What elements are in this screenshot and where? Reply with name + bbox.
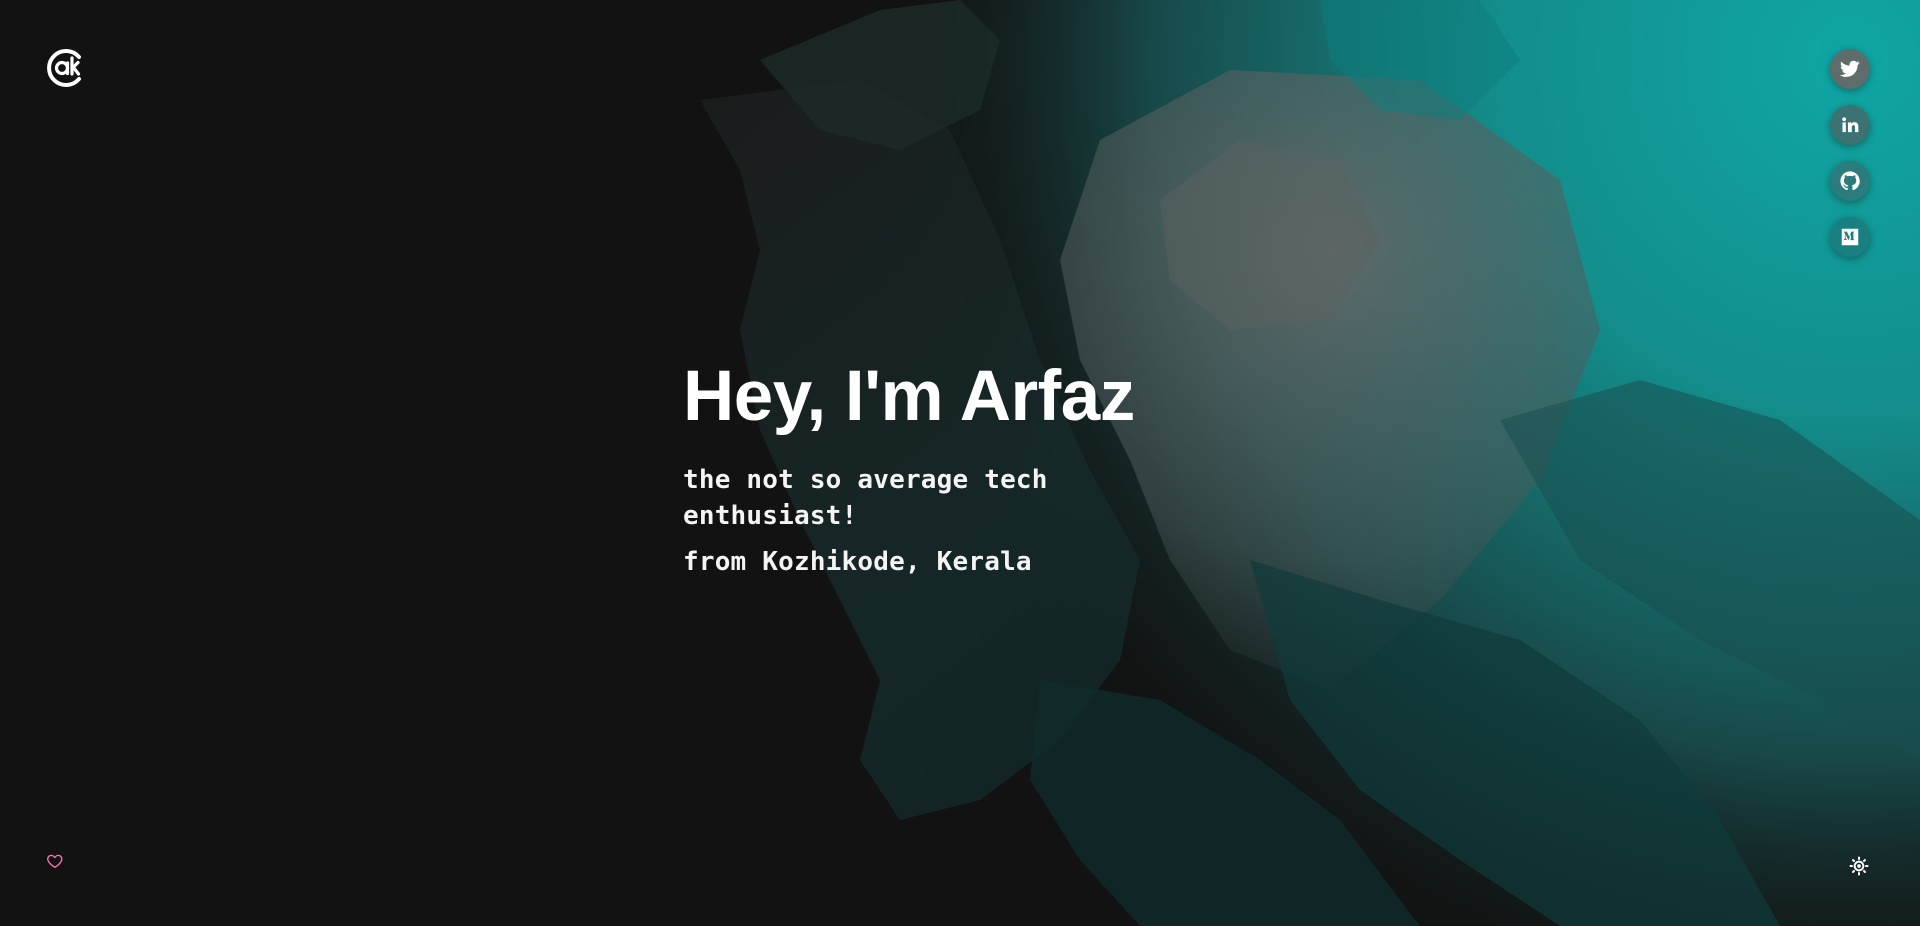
- hero-section: Hey, I'm Arfaz the not so average tech e…: [683, 354, 1243, 580]
- hero-heading: Hey, I'm Arfaz: [683, 357, 1135, 436]
- ak-logo-icon: [47, 49, 81, 87]
- medium-icon: [1841, 228, 1859, 246]
- twitter-link[interactable]: [1830, 49, 1870, 89]
- theme-toggle-button[interactable]: [1841, 848, 1877, 884]
- social-links: [1830, 49, 1870, 257]
- linkedin-icon: [1842, 117, 1859, 133]
- medium-link[interactable]: [1830, 217, 1870, 257]
- hero-tagline: the not so average tech enthusiast!: [683, 465, 1048, 531]
- twitter-icon: [1840, 60, 1860, 77]
- sun-icon: [1849, 856, 1869, 876]
- github-link[interactable]: [1830, 161, 1870, 201]
- github-icon: [1840, 171, 1860, 191]
- linkedin-link[interactable]: [1830, 105, 1870, 145]
- heart-button[interactable]: [46, 852, 64, 870]
- ak-logo[interactable]: [46, 47, 88, 89]
- hero-location: from Kozhikode, Kerala: [683, 547, 1032, 577]
- landing-page: Hey, I'm Arfaz the not so average tech e…: [0, 0, 1920, 926]
- heart-icon: [47, 854, 63, 869]
